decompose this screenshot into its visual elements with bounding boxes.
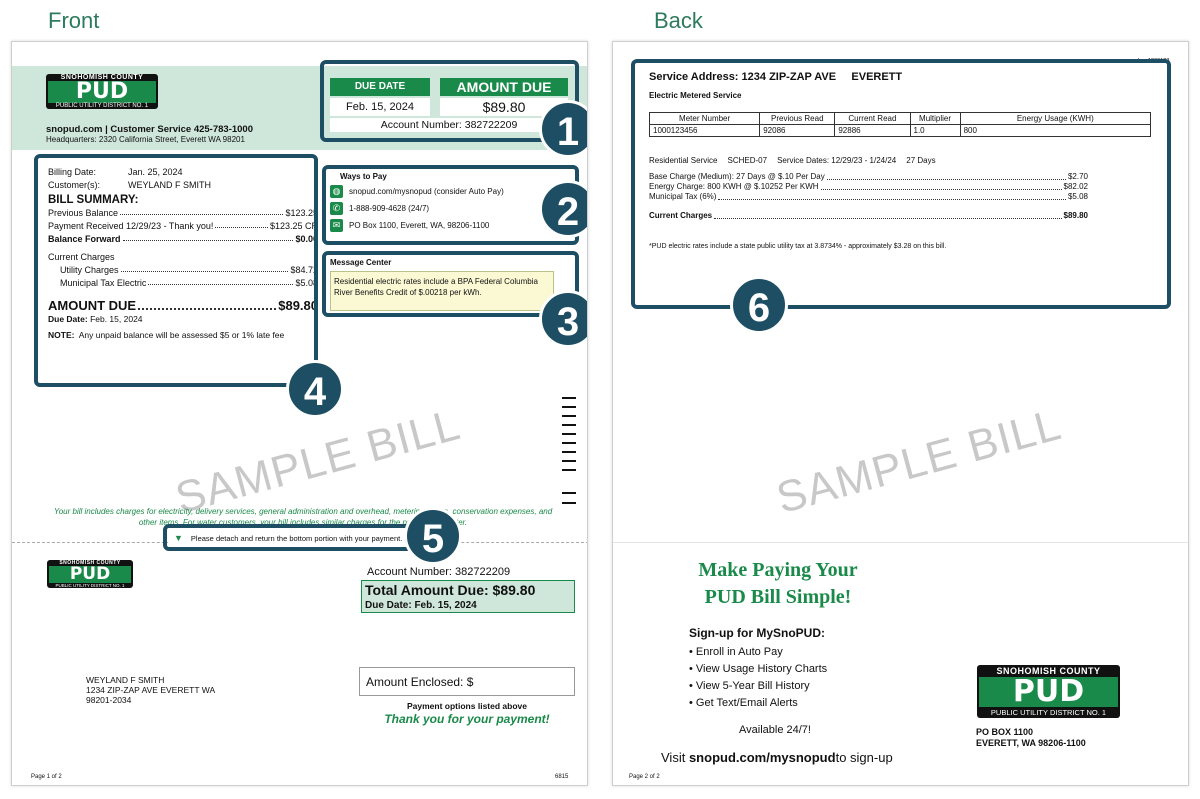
mysnopud-link[interactable]: snopud.com/mysnopud xyxy=(689,750,836,765)
list-item: • Enroll in Auto Pay xyxy=(689,646,783,658)
omr-marks xyxy=(562,397,576,511)
stub-total: Total Amount Due: $89.80 xyxy=(365,582,536,598)
stub-account-number: Account Number: 382722209 xyxy=(367,566,511,578)
pud-logo: SNOHOMISH COUNTY PUD PUBLIC UTILITY DIST… xyxy=(46,74,158,109)
front-label: Front xyxy=(48,8,100,33)
contact-info: snopud.com | Customer Service 425-783-10… xyxy=(46,124,253,135)
callout-badge-3: 3 xyxy=(539,290,587,348)
headquarters: Headquarters: 2320 California Street, Ev… xyxy=(46,135,245,144)
signup-title: Sign-up for MySnoPUD: xyxy=(689,626,825,640)
back-page: Inv. 1290123 Service Address: 1234 ZIP-Z… xyxy=(612,41,1189,786)
po-box-address: PO BOX 1100 EVERETT, WA 98206-1100 xyxy=(976,727,1086,748)
signup-list: • Enroll in Auto Pay • View Usage Histor… xyxy=(689,644,827,712)
callout-badge-4: 4 xyxy=(286,360,344,418)
available-note: Available 24/7! xyxy=(739,724,811,736)
promo-title: Make Paying Your PUD Bill Simple! xyxy=(698,559,858,608)
list-item: • View 5-Year Bill History xyxy=(689,680,810,692)
stub-due-date: Due Date: Feb. 15, 2024 xyxy=(365,600,477,611)
callout-box-4 xyxy=(34,154,318,387)
list-item: • Get Text/Email Alerts xyxy=(689,697,798,709)
amount-enclosed-field[interactable]: Amount Enclosed: $ xyxy=(359,667,575,696)
front-page: SNOHOMISH COUNTY PUD PUBLIC UTILITY DIST… xyxy=(11,41,588,786)
pud-logo-stub: SNOHOMISH COUNTY PUD PUBLIC UTILITY DIST… xyxy=(47,560,133,588)
page-divider xyxy=(613,542,1188,543)
callout-box-5 xyxy=(163,524,417,551)
page-number: Page 2 of 2 xyxy=(629,774,660,780)
payment-options-note: Payment options listed above xyxy=(407,701,527,711)
back-label: Back xyxy=(654,8,703,33)
callout-badge-5: 5 xyxy=(404,507,462,565)
callout-badge-1: 1 xyxy=(539,100,587,158)
callout-badge-2: 2 xyxy=(539,180,587,238)
list-item: • View Usage History Charts xyxy=(689,663,828,675)
page-number: Page 1 of 2 xyxy=(31,774,62,780)
visit-line: Visit snopud.com/mysnopudto sign-up xyxy=(661,750,893,765)
page-code: 6815 xyxy=(555,774,569,780)
pud-logo-back: SNOHOMISH COUNTY PUD PUBLIC UTILITY DIST… xyxy=(977,665,1120,718)
thank-you-note: Thank you for your payment! xyxy=(384,712,550,726)
callout-box-6 xyxy=(631,59,1171,309)
watermark: SAMPLE BILL xyxy=(771,400,1067,524)
callout-badge-6: 6 xyxy=(730,276,788,334)
stub-total-box: Total Amount Due: $89.80 Due Date: Feb. … xyxy=(361,580,575,613)
mailing-address: WEYLAND F SMITH 1234 ZIP-ZAP AVE EVERETT… xyxy=(86,675,216,705)
